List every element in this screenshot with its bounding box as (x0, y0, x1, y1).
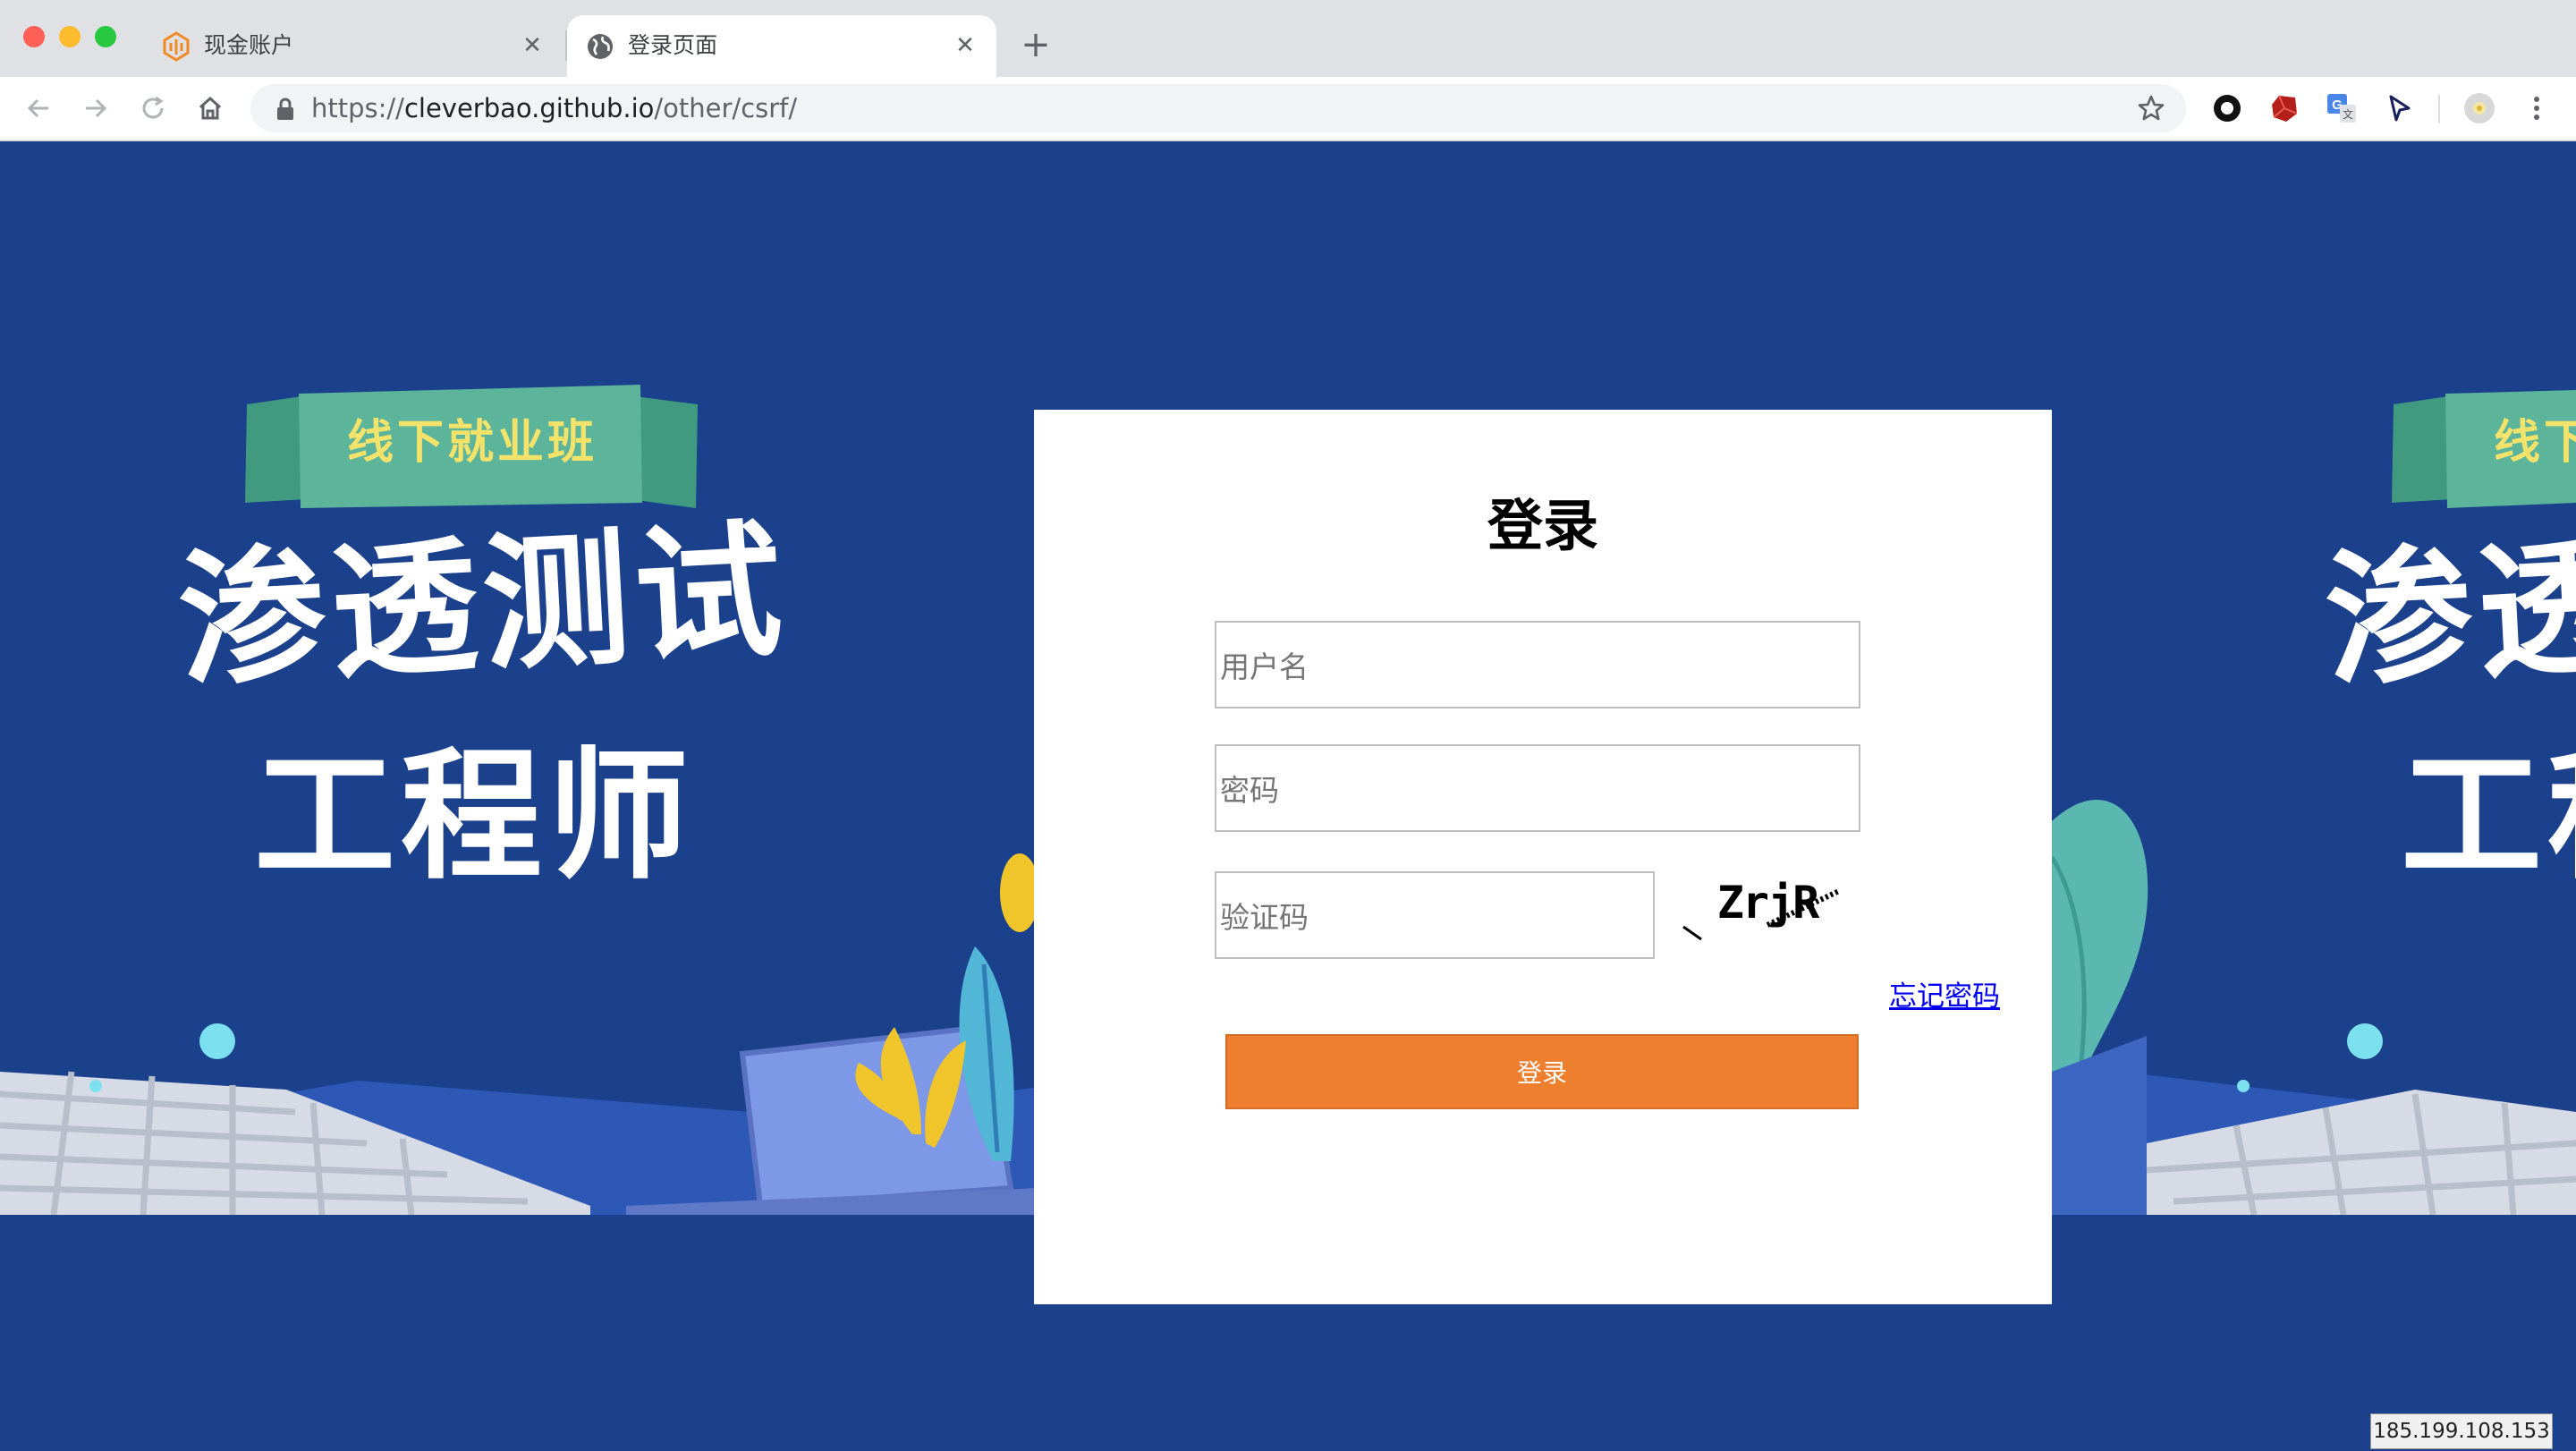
arrow-left-icon (27, 98, 48, 118)
minimize-window-button[interactable] (59, 26, 80, 47)
browser-toolbar: https://cleverbao.github.io/other/csrf/ … (0, 77, 2576, 141)
tab-title: 登录页面 (628, 32, 718, 58)
login-card: 登录 用户名 密码 验证码 ZrjR 忘记密码 登录 (1034, 410, 2052, 1304)
url-text: https://cleverbao.github.io/other/csrf/ (311, 93, 797, 123)
globe-icon (588, 34, 613, 59)
back-button[interactable] (18, 88, 59, 129)
username-input[interactable]: 用户名 (1215, 621, 1860, 709)
svg-text:文: 文 (2343, 107, 2353, 121)
page-viewport: 线下就业班 渗透测试 工程师 线下就业班 渗透测试 工程师 登录 用户名 密码 … (0, 141, 2576, 1451)
banner-ribbon-text-repeat: 线下就业班 (2493, 416, 2576, 470)
reload-icon (142, 96, 164, 119)
banner-headline-line2-repeat: 工程师 (2401, 734, 2576, 899)
maximize-window-button[interactable] (95, 26, 116, 47)
banner-headline-line1-repeat: 渗透测试 (2321, 505, 2576, 708)
banner-headline-line2: 工程师 (254, 734, 694, 899)
address-bar[interactable]: https://cleverbao.github.io/other/csrf/ (250, 84, 2186, 132)
ruby-extension-icon[interactable] (2267, 90, 2302, 126)
close-tab-icon[interactable]: ✕ (950, 30, 980, 61)
tab-cash-account[interactable]: 现金账户 ✕ (143, 15, 564, 77)
profile-avatar[interactable] (2462, 90, 2497, 126)
login-button[interactable]: 登录 (1225, 1034, 1859, 1109)
captcha-text: ZrjR (1717, 877, 1820, 929)
arrow-right-icon (86, 98, 107, 118)
translate-extension-icon[interactable]: G文 (2324, 90, 2360, 126)
banner-ribbon-text: 线下就业班 (346, 416, 597, 470)
more-menu-icon[interactable] (2519, 90, 2555, 126)
forward-button[interactable] (75, 88, 116, 129)
url-scheme: https:// (311, 93, 404, 123)
tab-strip: 现金账户 ✕ 登录页面 ✕ + (0, 0, 2576, 77)
tab-login-page[interactable]: 登录页面 ✕ (567, 15, 996, 77)
close-tab-icon[interactable]: ✕ (517, 30, 547, 61)
new-tab-icon[interactable]: + (1018, 27, 1054, 63)
url-path: /other/csrf/ (654, 93, 798, 123)
toolbar-divider (2438, 95, 2440, 123)
home-icon (199, 96, 222, 120)
login-title: 登录 (1487, 493, 1598, 558)
password-input[interactable]: 密码 (1215, 744, 1860, 832)
tab-title: 现金账户 (204, 32, 294, 58)
brand-logo-icon (163, 31, 190, 62)
cursor-extension-icon[interactable] (2381, 90, 2417, 126)
banner-headline-line1: 渗透测试 (174, 505, 792, 708)
lock-icon (277, 98, 293, 120)
home-button[interactable] (190, 88, 231, 129)
extension-circle-icon[interactable] (2209, 90, 2245, 126)
reload-button[interactable] (132, 88, 174, 129)
captcha-input[interactable]: 验证码 (1215, 871, 1655, 959)
captcha-image[interactable]: ZrjR (1678, 862, 1857, 952)
url-host: cleverbao.github.io (403, 93, 655, 123)
ip-address-label: 185.199.108.153 (2370, 1413, 2553, 1449)
forgot-password-link[interactable]: 忘记密码 (1735, 979, 2000, 1014)
close-window-button[interactable] (23, 26, 45, 47)
bookmark-star-icon[interactable] (2134, 91, 2168, 125)
